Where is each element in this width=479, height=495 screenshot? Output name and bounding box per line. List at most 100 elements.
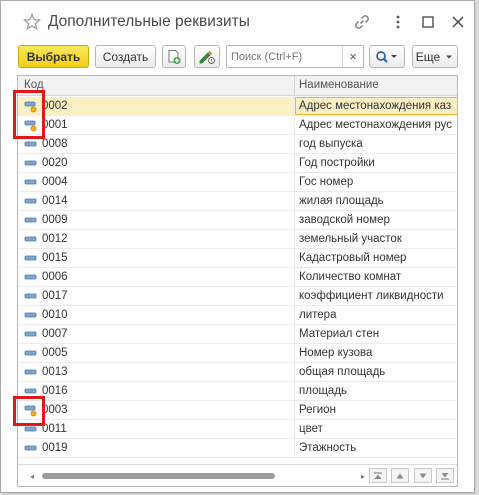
attribute-icon <box>24 198 37 204</box>
table-body: 0002 Адрес местонахождения каз 0001 Адрес м… <box>18 97 457 458</box>
column-divider <box>294 287 295 305</box>
table-row[interactable]: 0010 литера <box>18 306 457 325</box>
column-divider <box>294 230 295 248</box>
cell-code: 0003 <box>42 404 68 416</box>
cell-name: Кадастровый номер <box>299 252 407 264</box>
toolbar: Выбрать Создать × <box>1 45 474 71</box>
attribute-icon <box>24 445 37 451</box>
column-header-name[interactable]: Наименование <box>299 79 379 91</box>
column-divider <box>294 173 295 191</box>
dialog-window: Дополнительные реквизиты Выбрать Создать <box>0 0 475 493</box>
table-row[interactable]: 0012 земельный участок <box>18 230 457 249</box>
cell-code: 0020 <box>42 157 68 169</box>
search-clear-button[interactable]: × <box>342 46 363 67</box>
down-icon <box>419 473 427 478</box>
maximize-icon[interactable] <box>419 13 437 31</box>
table-row[interactable]: 0014 жилая площадь <box>18 192 457 211</box>
table-row[interactable]: 0001 Адрес местонахождения рус <box>18 116 457 135</box>
cell-code: 0012 <box>42 233 68 245</box>
table-row[interactable]: 0005 Номер кузова <box>18 344 457 363</box>
edit-button[interactable] <box>194 45 220 68</box>
table-row[interactable]: 0009 заводской номер <box>18 211 457 230</box>
cell-code: 0017 <box>42 290 68 302</box>
horizontal-scrollbar[interactable]: ◂ ▸ <box>30 472 365 481</box>
cell-name: жилая площадь <box>299 195 384 207</box>
table-row[interactable]: 0019 Этажность <box>18 439 457 458</box>
cell-name: Материал стен <box>299 328 380 340</box>
star-icon[interactable] <box>23 13 41 31</box>
scroll-left-arrow[interactable]: ◂ <box>30 472 34 481</box>
table-row[interactable]: 0004 Гос номер <box>18 173 457 192</box>
attribute-icon <box>24 350 37 356</box>
copy-button[interactable] <box>162 45 186 68</box>
attribute-icon <box>24 388 37 394</box>
attribute-icon <box>24 141 37 147</box>
table-row[interactable]: 0011 цвет <box>18 420 457 439</box>
more-button[interactable]: Еще <box>412 45 458 68</box>
link-icon[interactable] <box>353 13 371 31</box>
scroll-down-button[interactable] <box>414 468 432 483</box>
cell-name: Регион <box>299 404 336 416</box>
cell-name: заводской номер <box>299 214 390 226</box>
cell-name: Номер кузова <box>299 347 373 359</box>
scroll-up-button[interactable] <box>391 468 409 483</box>
search-button[interactable] <box>369 45 405 68</box>
cell-code: 0019 <box>42 442 68 454</box>
search-field: × <box>226 45 364 68</box>
cell-code: 0004 <box>42 176 68 188</box>
table-row[interactable]: 0002 Адрес местонахождения каз <box>18 97 457 116</box>
table-row[interactable]: 0003 Регион <box>18 401 457 420</box>
column-divider <box>294 192 295 210</box>
scrollbar-thumb[interactable] <box>42 473 275 479</box>
column-divider <box>294 154 295 172</box>
first-page-icon <box>374 471 382 479</box>
scroll-right-arrow[interactable]: ▸ <box>361 472 365 481</box>
table-row[interactable]: 0007 Материал стен <box>18 325 457 344</box>
last-page-button[interactable] <box>436 468 454 483</box>
more-vertical-icon[interactable] <box>389 13 407 31</box>
column-divider <box>294 306 295 324</box>
attribute-icon <box>24 236 37 242</box>
table-row[interactable]: 0006 Количество комнат <box>18 268 457 287</box>
cell-code: 0006 <box>42 271 68 283</box>
cell-code: 0002 <box>42 100 68 112</box>
attribute-icon <box>24 160 37 166</box>
table-row[interactable]: 0020 Год постройки <box>18 154 457 173</box>
column-divider <box>294 268 295 286</box>
cell-name: литера <box>299 309 337 321</box>
column-divider <box>294 135 295 153</box>
table-footer: ◂ ▸ <box>18 464 457 486</box>
table-row[interactable]: 0017 коэффициент ликвидности <box>18 287 457 306</box>
first-page-button[interactable] <box>369 468 387 483</box>
table-row[interactable]: 0008 год выпуска <box>18 135 457 154</box>
table-row[interactable]: 0013 общая площадь <box>18 363 457 382</box>
cell-code: 0007 <box>42 328 68 340</box>
attribute-icon <box>24 255 37 261</box>
cell-code: 0009 <box>42 214 68 226</box>
last-page-icon <box>441 472 449 480</box>
close-icon[interactable] <box>449 13 467 31</box>
search-input[interactable] <box>229 47 341 66</box>
pencil-icon <box>199 50 215 64</box>
column-divider <box>294 344 295 362</box>
up-icon <box>396 473 404 478</box>
select-button[interactable]: Выбрать <box>18 45 89 68</box>
create-button[interactable]: Создать <box>95 45 156 68</box>
attribute-icon <box>24 217 37 223</box>
cell-name: Адрес местонахождения рус <box>299 119 452 131</box>
column-divider <box>294 401 295 419</box>
cell-name: Количество комнат <box>299 271 402 283</box>
attribute-icon <box>24 293 37 299</box>
title-bar: Дополнительные реквизиты <box>1 1 474 43</box>
cell-code: 0010 <box>42 309 68 321</box>
search-icon <box>376 50 397 63</box>
cell-code: 0001 <box>42 119 68 131</box>
cell-code: 0008 <box>42 138 68 150</box>
table-row[interactable]: 0015 Кадастровый номер <box>18 249 457 268</box>
column-divider <box>294 76 295 96</box>
column-header-code[interactable]: Код <box>24 79 44 91</box>
cell-name: общая площадь <box>299 366 386 378</box>
column-divider <box>294 439 295 457</box>
table-row[interactable]: 0016 площадь <box>18 382 457 401</box>
attribute-icon <box>24 274 37 280</box>
